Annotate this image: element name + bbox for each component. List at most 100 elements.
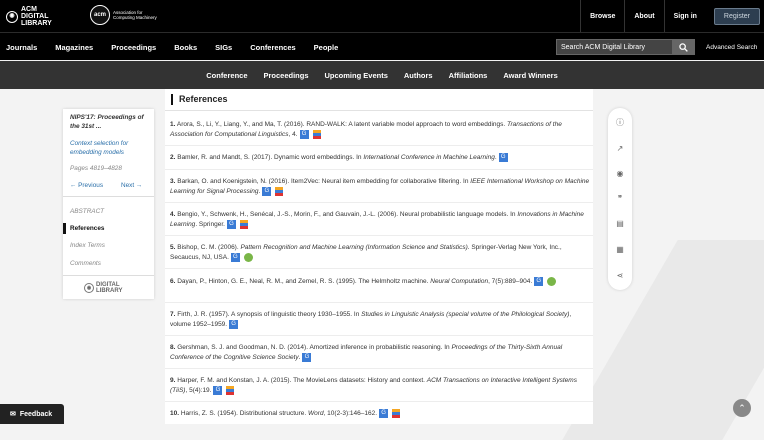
google-scholar-icon[interactable]: G [213, 386, 223, 395]
toc-references[interactable]: References [70, 225, 104, 232]
ref-tail: , 5(4):19. [185, 387, 212, 395]
nav-proceedings[interactable]: Proceedings [111, 43, 156, 52]
subnav-award-winners[interactable]: Award Winners [503, 71, 557, 80]
divider [165, 202, 593, 203]
metrics-icon[interactable]: ↗ [615, 143, 625, 153]
ref-venue: International Conference in Machine Lear… [363, 154, 495, 162]
springer-icon[interactable] [243, 253, 253, 262]
reference-item: 6. Dayan, P., Hinton, G. E., Neal, R. M.… [170, 277, 590, 287]
quote-icon[interactable]: ❞ [615, 193, 625, 203]
chevron-up-icon: ⌃ [738, 402, 746, 413]
divider [165, 368, 593, 369]
ref-number: 10. [170, 410, 180, 418]
browse-link[interactable]: Browse [580, 0, 624, 32]
feedback-button[interactable]: ✉ Feedback [0, 404, 64, 424]
article-side-card: NIPS'17: Proceedings of the 31st ... Con… [63, 109, 154, 299]
divider [165, 401, 593, 402]
subnav-authors[interactable]: Authors [404, 71, 433, 80]
google-scholar-icon[interactable]: G [534, 277, 544, 286]
ref-number: 9. [170, 377, 176, 384]
dl-logo-small: ◉ DIGITAL LIBRARY [84, 282, 122, 294]
ref-venue: Word [308, 410, 324, 418]
ref-tail: . Springer. [195, 221, 225, 229]
reference-item: 2. Bamler, R. and Mandt, S. (2017). Dyna… [170, 153, 590, 163]
reference-item: 10. Harris, Z. S. (1954). Distributional… [170, 409, 590, 419]
ref-number: 6. [170, 278, 176, 286]
google-scholar-icon[interactable]: G [262, 187, 272, 196]
toc-index-terms[interactable]: Index Terms [70, 242, 105, 249]
ref-tail: . [298, 354, 301, 362]
logo-text-digital: DIGITAL [21, 13, 49, 20]
google-scholar-icon[interactable]: G [229, 320, 239, 329]
eye-icon[interactable]: ◉ [615, 168, 625, 178]
subnav-affiliations[interactable]: Affiliations [449, 71, 488, 80]
nav-magazines[interactable]: Magazines [55, 43, 93, 52]
ref-text: Firth, J. R. (1957). A synopsis of lingu… [177, 311, 360, 318]
crossref-icon[interactable] [275, 187, 284, 196]
ref-text: Harris, Z. S. (1954). Distributional str… [180, 410, 307, 418]
ref-tail: . [258, 188, 261, 196]
pdf-icon[interactable]: ▤ [615, 218, 625, 228]
acm-association-logo[interactable]: acm Association for Computing Machinery [90, 5, 157, 25]
google-scholar-icon[interactable]: G [299, 130, 309, 139]
divider [63, 275, 154, 276]
logo-text-library: LIBRARY [21, 20, 52, 27]
acm-dl-logo[interactable]: ◉ ACM DIGITAL LIBRARY [6, 6, 52, 27]
google-scholar-icon[interactable]: G [226, 220, 236, 229]
about-link[interactable]: About [624, 0, 663, 32]
logo-text-acm: ACM [21, 6, 37, 13]
toc-abstract[interactable]: ABSTRACT [70, 208, 104, 215]
springer-icon[interactable] [547, 277, 557, 286]
next-link[interactable]: Next → [121, 182, 142, 189]
proceedings-title[interactable]: NIPS'17: Proceedings of the 31st ... [70, 113, 152, 131]
acm-seal-icon: acm [90, 5, 110, 25]
crossref-icon[interactable] [239, 220, 248, 229]
nav-people[interactable]: People [314, 43, 339, 52]
article-title[interactable]: Context selection for embedding models [70, 139, 150, 157]
register-button[interactable]: Register [713, 7, 760, 25]
search-button[interactable] [672, 40, 694, 54]
subnav-conference[interactable]: Conference [206, 71, 247, 80]
ref-tail: , 10(2-3):146–162. [323, 410, 378, 418]
subnav-upcoming-events[interactable]: Upcoming Events [325, 71, 388, 80]
crossref-icon[interactable] [312, 130, 321, 139]
nav-journals[interactable]: Journals [6, 43, 37, 52]
crossref-icon[interactable] [392, 409, 401, 418]
feedback-label: Feedback [19, 410, 53, 418]
toc-comments[interactable]: Comments [70, 260, 101, 267]
sub-nav: Conference Proceedings Upcoming Events A… [0, 61, 764, 89]
advanced-search-link[interactable]: Advanced Search [706, 44, 757, 51]
share-icon[interactable]: ⋖ [615, 270, 625, 280]
divider [165, 268, 593, 269]
search-box[interactable]: Search ACM Digital Library [556, 39, 695, 55]
nav-conferences[interactable]: Conferences [250, 43, 295, 52]
google-scholar-icon[interactable]: G [498, 153, 508, 162]
reference-item: 1. Arora, S., Li, Y., Liang, Y., and Ma,… [170, 120, 590, 140]
ref-number: 8. [170, 344, 176, 351]
search-icon [678, 42, 688, 52]
nav-books[interactable]: Books [174, 43, 197, 52]
google-scholar-icon[interactable]: G [302, 353, 312, 362]
previous-link[interactable]: ← Previous [70, 182, 103, 189]
active-indicator [63, 223, 66, 234]
table-icon[interactable]: ▦ [615, 244, 625, 254]
reference-item: 5. Bishop, C. M. (2006). Pattern Recogni… [170, 243, 590, 263]
divider [165, 335, 593, 336]
back-to-top-button[interactable]: ⌃ [733, 399, 751, 417]
nav-sigs[interactable]: SIGs [215, 43, 232, 52]
google-scholar-icon[interactable]: G [230, 253, 240, 262]
crossref-icon[interactable] [226, 386, 235, 395]
divider [165, 169, 593, 170]
sign-in-link[interactable]: Sign in [663, 0, 706, 32]
ref-tail: , 4. [288, 131, 298, 139]
right-tools-bar: ⓘ ↗ ◉ ❞ ▤ ▦ ⋖ [608, 108, 632, 290]
info-icon[interactable]: ⓘ [615, 117, 625, 127]
chat-icon: ✉ [10, 411, 16, 418]
google-scholar-icon[interactable]: G [379, 409, 389, 418]
subnav-proceedings[interactable]: Proceedings [264, 71, 309, 80]
reference-item: 3. Barkan, O. and Koenigstein, N. (2016)… [170, 177, 590, 197]
ref-text: Bishop, C. M. (2006). [177, 244, 239, 251]
search-input[interactable]: Search ACM Digital Library [557, 44, 672, 51]
divider [165, 145, 593, 146]
ref-text: Harper, F. M. and Konstan, J. A. (2015).… [177, 377, 425, 384]
